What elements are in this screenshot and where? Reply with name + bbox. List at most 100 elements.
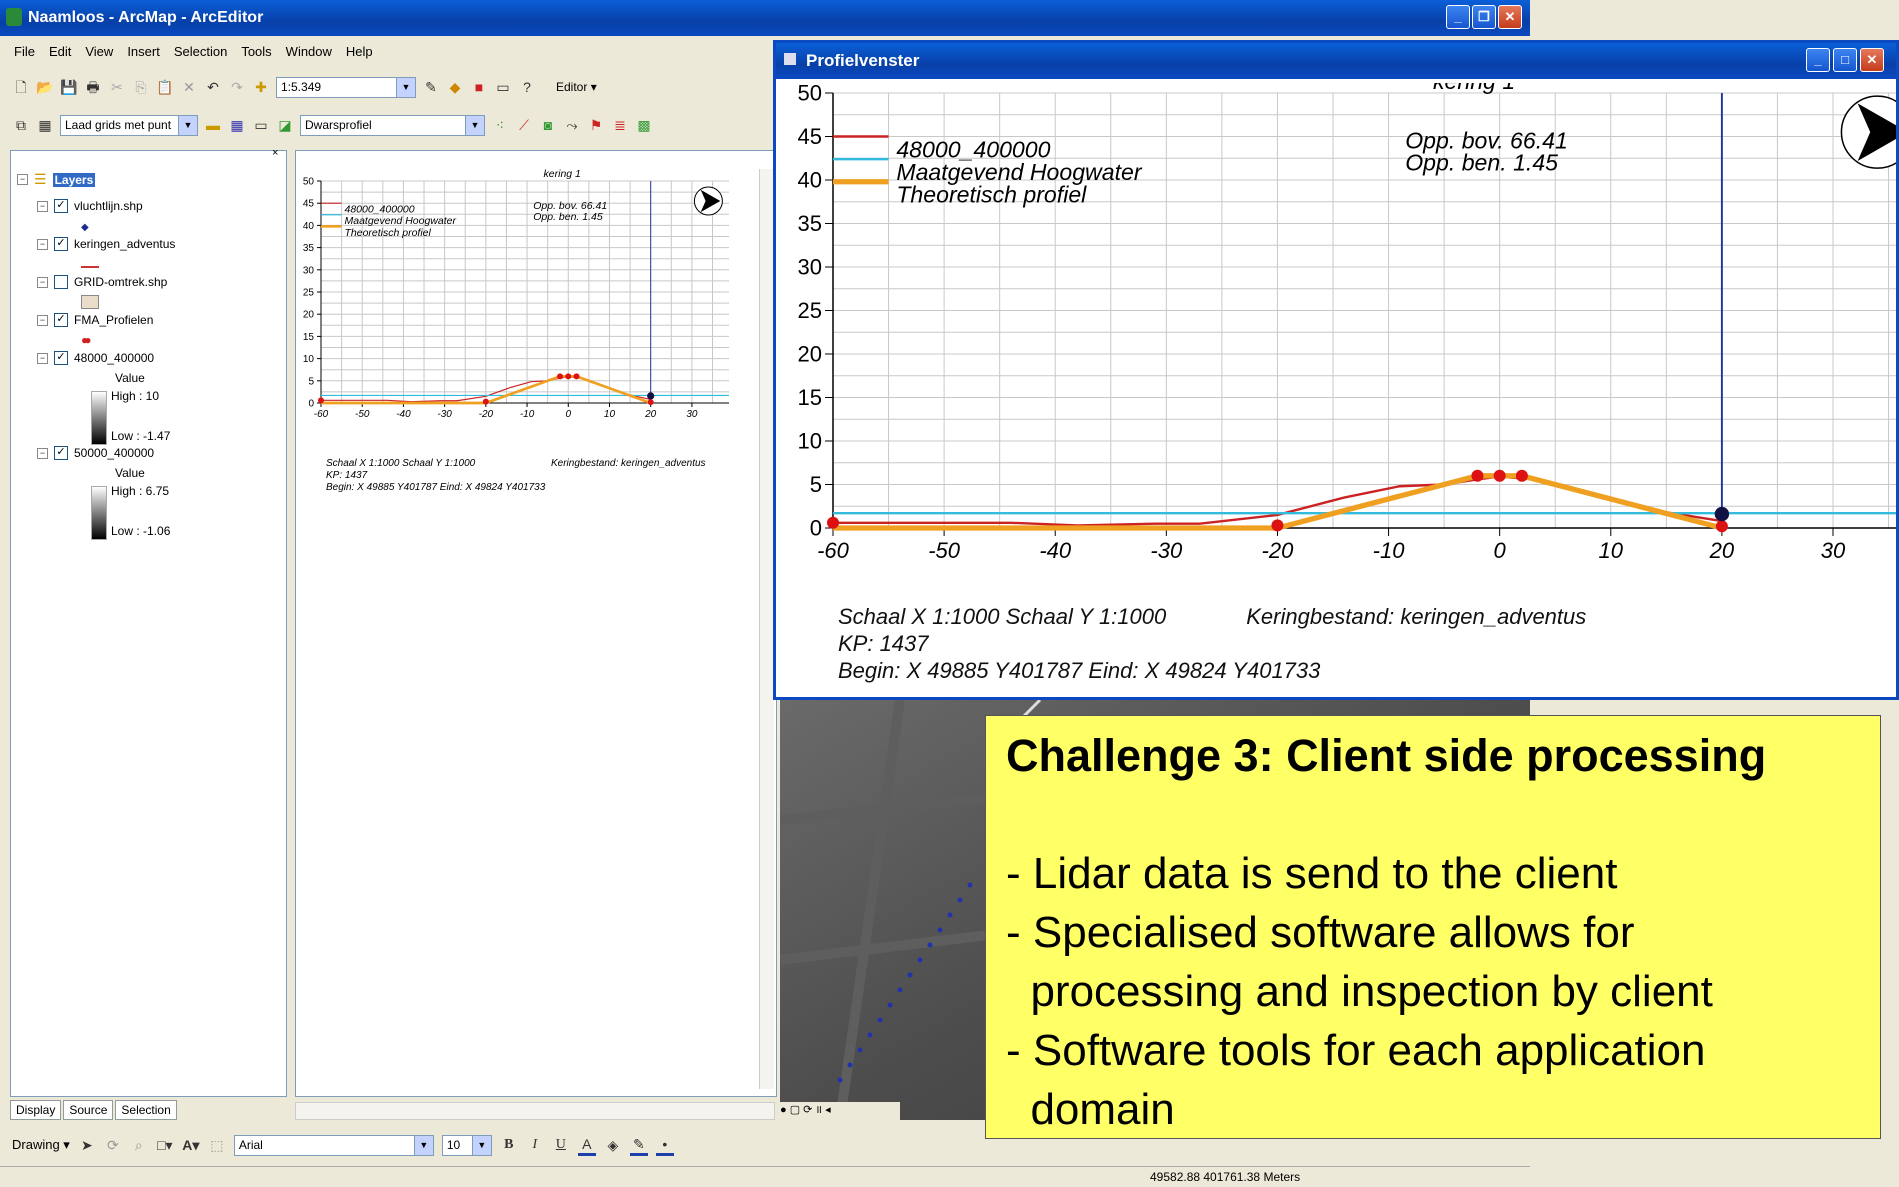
profile-window-titlebar[interactable]: Profielvenster [776,43,1896,79]
arctoolbox-icon[interactable]: ■ [470,78,488,96]
collapse-icon[interactable]: − [37,447,48,459]
layout-scrollbar-v[interactable] [759,169,774,1089]
legend-value-label: Value [115,466,145,480]
layer-checkbox[interactable] [54,275,68,289]
point-tool-icon[interactable]: ⁖ [491,116,509,134]
arccatalog-icon[interactable]: ◆ [446,78,464,96]
table-icon[interactable]: ▦ [228,116,246,134]
layer-name: keringen_adventus [74,237,176,251]
editor-toolbar-icon[interactable]: ✎ [422,78,440,96]
flag-tool-icon[interactable]: ⚑ [587,116,605,134]
profile-combo-value: Dwarsprofiel [305,118,372,132]
edit-vertices-icon[interactable]: ⬚ [208,1136,226,1154]
print-icon[interactable]: 🖶 [84,78,102,96]
marker-color-icon[interactable]: • [655,1135,674,1156]
layer-tool-icon[interactable]: ⧉ [12,116,30,134]
underline-icon[interactable]: U [552,1136,570,1154]
window-icon[interactable]: ▭ [252,116,270,134]
toc-layer[interactable]: − ✓ keringen_adventus [37,237,175,251]
table-of-contents: × − ☰ Layers − ✓ vluchtlijn.shp ◆ − ✓ keringen… [10,147,287,1097]
menu-help[interactable]: Help [346,44,373,64]
toc-layer[interactable]: − ✓ FMA_Profielen [37,313,153,327]
font-size-combo[interactable]: 10 ▼ [441,1134,492,1156]
scale-info: Schaal X 1:1000 Schaal Y 1:1000 [838,604,1167,629]
y-tick-label: 20 [798,342,822,367]
collapse-icon[interactable]: − [37,200,48,212]
profile-close-button[interactable]: ✕ [1860,48,1884,72]
bold-icon[interactable]: B [500,1136,518,1154]
copy-icon[interactable]: ⎘ [132,78,150,96]
tab-display[interactable]: Display [10,1100,62,1120]
menu-insert[interactable]: Insert [127,44,160,64]
new-document-icon[interactable]: 🗋 [12,78,30,96]
raster-tool-icon[interactable]: ▩ [635,116,653,134]
toc-layer[interactable]: − ✓ 48000_400000 [37,351,154,365]
toc-layer[interactable]: − GRID-omtrek.shp [37,275,167,289]
layer-checkbox[interactable]: ✓ [54,313,68,327]
collapse-icon[interactable]: − [37,314,48,326]
scale-combo[interactable]: 1:5.349 ▼ [276,76,416,98]
profile-combo[interactable]: Dwarsprofiel ▼ [300,114,485,136]
toc-layer[interactable]: − ✓ vluchtlijn.shp [37,199,143,213]
menu-selection[interactable]: Selection [174,44,227,64]
profile-icon[interactable]: ◪ [276,116,294,134]
line-tool-icon[interactable]: ⟋ [515,116,533,134]
menu-edit[interactable]: Edit [49,44,71,64]
italic-icon[interactable]: I [526,1136,544,1154]
command-line-icon[interactable]: ▭ [494,78,512,96]
grid-combo[interactable]: Laad grids met punt ▼ [60,114,198,136]
font-color-icon[interactable]: A [577,1135,596,1156]
legend-high: High : 6.75 [111,484,170,498]
paste-icon[interactable]: 📋 [156,78,174,96]
select-pointer-icon[interactable]: ➤ [78,1136,96,1154]
minimize-button[interactable]: _ [1446,5,1470,29]
editor-menu[interactable]: Editor ▾ [556,80,597,94]
menu-window[interactable]: Window [286,44,332,64]
zoom-whole-page-icon[interactable]: ⌕ [130,1136,148,1154]
close-button[interactable]: ✕ [1498,5,1522,29]
arcmap-titlebar[interactable]: Naamloos - ArcMap - ArcEditor [0,0,1530,36]
toc-close-icon[interactable]: × [272,147,278,159]
open-icon[interactable]: 📂 [36,78,54,96]
collapse-icon[interactable]: − [17,174,28,185]
redo-icon[interactable]: ↷ [228,78,246,96]
delete-icon[interactable]: ✕ [180,78,198,96]
cut-icon[interactable]: ✂ [108,78,126,96]
menu-file[interactable]: File [14,44,35,64]
menu-view[interactable]: View [85,44,113,64]
font-combo-value: Arial [238,1138,263,1152]
layer-checkbox[interactable]: ✓ [54,237,68,251]
tab-selection[interactable]: Selection [115,1100,177,1120]
map-nav-bar[interactable]: ● ▢ ⟳ ॥ ◂ [780,1102,900,1120]
menu-tools[interactable]: Tools [241,44,271,64]
collapse-icon[interactable]: − [37,276,48,288]
grid-tool-icon[interactable]: ▦ [36,116,54,134]
bars-tool-icon[interactable]: ≣ [611,116,629,134]
drawing-menu[interactable]: Drawing ▾ [12,1137,70,1153]
layout-scrollbar-h[interactable] [295,1102,775,1120]
whats-this-icon[interactable]: ? [518,78,536,96]
profile-maximize-button[interactable]: □ [1833,48,1857,72]
rectangle-icon[interactable]: □▾ [156,1136,174,1154]
text-icon[interactable]: A▾ [182,1136,200,1154]
restore-button[interactable]: ❐ [1472,5,1496,29]
measure-tool-icon[interactable]: ⤳ [563,116,581,134]
font-combo[interactable]: Arial ▼ [233,1134,434,1156]
toc-layer[interactable]: − ✓ 50000_400000 [37,446,154,460]
tab-source[interactable]: Source [63,1100,114,1120]
line-color-icon[interactable]: ✎ [629,1135,648,1156]
layer-checkbox[interactable]: ✓ [54,446,68,460]
collapse-icon[interactable]: − [37,352,48,364]
fill-color-icon[interactable]: ◈ [604,1136,622,1154]
legend-icon[interactable]: ▬ [204,116,222,134]
layer-checkbox[interactable]: ✓ [54,199,68,213]
add-data-icon[interactable]: ✚ [252,78,270,96]
collapse-icon[interactable]: − [37,238,48,250]
save-icon[interactable]: 💾 [60,78,78,96]
rotate-icon[interactable]: ⟳ [104,1136,122,1154]
undo-icon[interactable]: ↶ [204,78,222,96]
area-tool-icon[interactable]: ◙ [539,116,557,134]
layer-checkbox[interactable]: ✓ [54,351,68,365]
profile-minimize-button[interactable]: _ [1806,48,1830,72]
toc-root[interactable]: − ☰ Layers [17,171,96,188]
